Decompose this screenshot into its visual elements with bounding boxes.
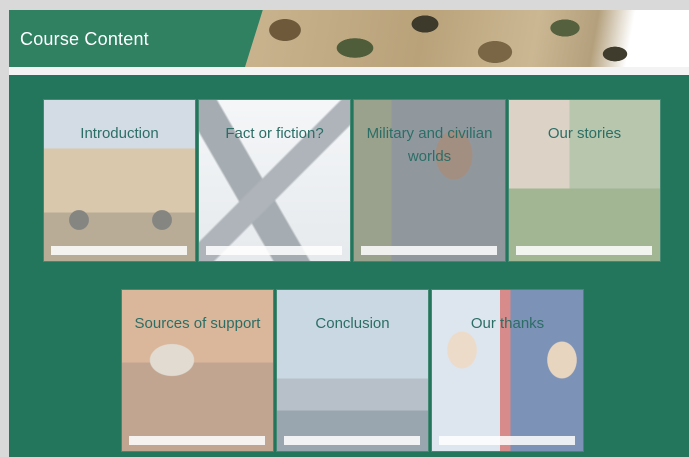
tile-our-stories[interactable]: Our stories — [509, 100, 660, 261]
tile-conclusion[interactable]: Conclusion — [277, 290, 428, 451]
tile-military-and-civilian-worlds[interactable]: Military and civilian worlds — [354, 100, 505, 261]
page-title: Course Content — [20, 29, 149, 49]
tile-fact-or-fiction[interactable]: Fact or fiction? — [199, 100, 350, 261]
progress-bar — [439, 436, 575, 445]
course-content-panel: Course Content Introduction Fact or fict… — [9, 10, 689, 457]
header-bar: Course Content — [9, 10, 689, 67]
tile-label: Sources of support — [134, 315, 261, 332]
camouflage-banner-image — [245, 10, 689, 67]
progress-bar — [516, 246, 652, 255]
tile-label: Military and civilian worlds — [366, 125, 493, 165]
progress-bar — [51, 246, 187, 255]
tile-our-thanks[interactable]: Our thanks — [432, 290, 583, 451]
progress-bar — [206, 246, 342, 255]
tile-introduction[interactable]: Introduction — [44, 100, 195, 261]
progress-bar — [361, 246, 497, 255]
tile-label: Our thanks — [470, 315, 545, 332]
tile-label: Fact or fiction? — [225, 125, 324, 142]
tile-sources-of-support[interactable]: Sources of support — [122, 290, 273, 451]
progress-bar — [284, 436, 420, 445]
tile-label: Conclusion — [315, 315, 390, 332]
progress-bar — [129, 436, 265, 445]
tile-label: Our stories — [547, 125, 622, 142]
header-divider — [9, 67, 689, 75]
tile-label: Introduction — [80, 125, 159, 142]
